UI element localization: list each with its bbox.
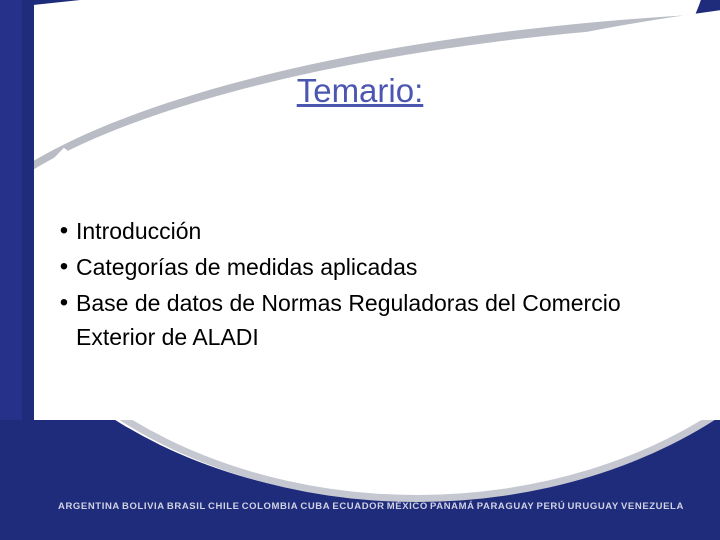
bullet-list: • Introducción • Categorías de medidas a…	[52, 214, 662, 356]
footer-country: PARAGUAY	[476, 501, 535, 512]
footer-country: URUGUAY	[567, 501, 619, 512]
footer-country-list: ARGENTINA BOLIVIA BRASIL CHILE COLOMBIA …	[34, 501, 710, 512]
footer-country: CUBA	[300, 501, 331, 512]
list-item: • Categorías de medidas aplicadas	[52, 250, 662, 284]
page-title: Temario:	[296, 72, 424, 109]
footer-country: BOLIVIA	[122, 501, 165, 512]
list-item-label: Base de datos de Normas Reguladoras del …	[76, 290, 621, 350]
list-item-label: Introducción	[76, 218, 202, 244]
footer-country: PANAMÁ	[430, 501, 475, 512]
footer-country: ECUADOR	[332, 501, 385, 512]
footer-country: CHILE	[208, 501, 240, 512]
footer-country: ARGENTINA	[58, 501, 120, 512]
footer-country: BRASIL	[166, 501, 206, 512]
bullet-dot-icon: •	[59, 289, 69, 316]
list-item: • Introducción	[52, 214, 662, 248]
footer-country: COLOMBIA	[241, 501, 299, 512]
list-item: • Base de datos de Normas Reguladoras de…	[52, 286, 662, 354]
slide: Temario: • Introducción • Categorías de …	[0, 0, 720, 540]
bullet-dot-icon: •	[59, 253, 69, 280]
list-item-label: Categorías de medidas aplicadas	[76, 254, 418, 280]
footer-country: VENEZUELA	[620, 501, 684, 512]
bullet-dot-icon: •	[59, 217, 69, 244]
footer-country: MÉXICO	[386, 501, 428, 512]
bottom-navy-band	[0, 420, 720, 540]
footer-country: PERÚ	[536, 501, 566, 512]
bottom-grey-arc	[0, 420, 720, 502]
